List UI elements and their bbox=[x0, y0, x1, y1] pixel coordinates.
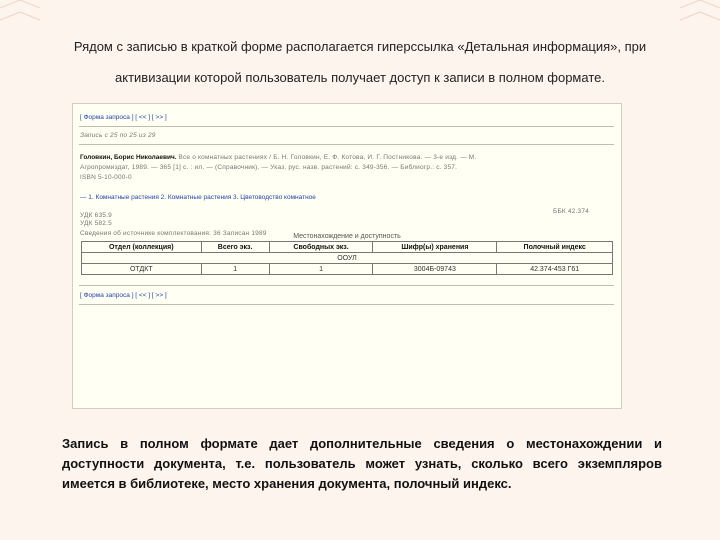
slide-body-text: Запись в полном формате дает дополнитель… bbox=[62, 434, 662, 494]
divider bbox=[79, 126, 614, 127]
subject-links[interactable]: — 1. Комнатные растения 2. Комнатные рас… bbox=[80, 194, 316, 201]
col-header-free: Свободных экз. bbox=[268, 241, 374, 253]
divider bbox=[79, 144, 614, 145]
title-statement: Все о комнатных растениях / Б. Н. Головк… bbox=[178, 154, 477, 161]
record-author-line: Головкин, Борис Николаевич. Все о комнат… bbox=[80, 154, 476, 161]
body-line-3: имеется в библиотеке, место хранения док… bbox=[62, 476, 512, 491]
publication-line: Агропромиздат, 1989. — 365 [1] с. : ил. … bbox=[80, 164, 458, 171]
bottom-nav-links[interactable]: [ Форма запроса ] [ << ] [ >> ] bbox=[80, 292, 167, 299]
corner-pattern bbox=[0, 0, 720, 28]
cell-call-number: 42.374-453 Г61 bbox=[496, 263, 613, 275]
body-line-1: Запись в полном формате дает дополнитель… bbox=[62, 436, 662, 451]
holdings-caption: Местонахождение и доступность bbox=[81, 231, 613, 242]
col-header-call-number: Полочный индекс bbox=[496, 241, 613, 253]
body-line-2: доступности документа, т.е. пользователь… bbox=[62, 456, 662, 471]
table-row: ОТДКТ 1 1 3004Б-09743 42.374-453 Г61 bbox=[81, 263, 613, 275]
cell-total: 1 bbox=[200, 263, 270, 275]
divider bbox=[79, 304, 614, 305]
dept-row: ООУЛ bbox=[81, 252, 613, 264]
holdings-table: Местонахождение и доступность Отдел (кол… bbox=[81, 231, 613, 275]
slide-title-line-2: активизации которой пользователь получае… bbox=[115, 70, 605, 85]
cell-free: 1 bbox=[268, 263, 374, 275]
cell-shelfmark: 3004Б-09743 bbox=[372, 263, 498, 275]
udc-1: УДК 635.9 bbox=[80, 212, 112, 219]
cell-dept: ОТДКТ bbox=[81, 263, 202, 275]
catalog-record-screenshot: [ Форма запроса ] [ << ] [ >> ] Запись с… bbox=[72, 103, 622, 409]
divider bbox=[79, 285, 614, 286]
top-nav-links[interactable]: [ Форма запроса ] [ << ] [ >> ] bbox=[80, 114, 167, 121]
col-header-total: Всего экз. bbox=[200, 241, 270, 253]
col-header-shelfmark: Шифр(ы) хранения bbox=[372, 241, 498, 253]
bbk-code: ББК 42.374 bbox=[553, 208, 590, 215]
isbn-line: ISBN 5-10-000-0 bbox=[80, 174, 132, 181]
record-counter: Запись с 25 по 25 из 29 bbox=[80, 132, 156, 139]
author-name: Головкин, Борис Николаевич. bbox=[80, 154, 177, 161]
slide-title-line-1: Рядом с записью в краткой форме располаг… bbox=[73, 39, 647, 54]
udc-2: УДК 582.5 bbox=[80, 220, 112, 227]
col-header-dept: Отдел (коллекция) bbox=[81, 241, 202, 253]
